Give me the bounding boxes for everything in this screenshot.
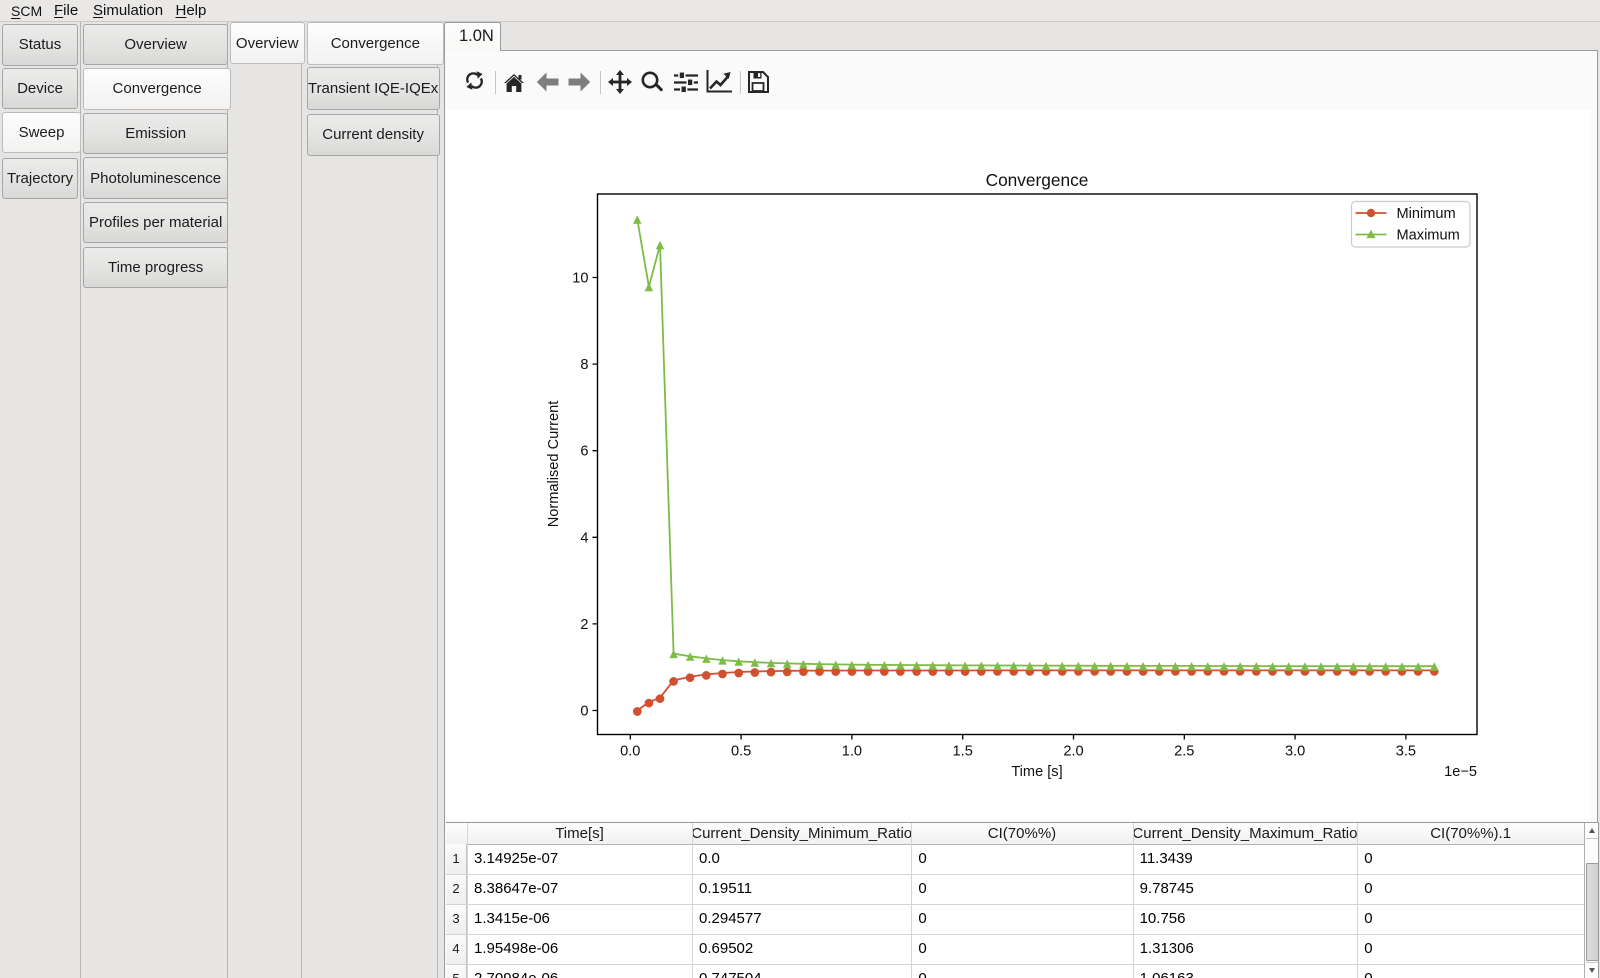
svg-text:4: 4 [580, 530, 588, 546]
svg-text:10: 10 [572, 271, 588, 287]
svg-text:Convergence: Convergence [986, 170, 1089, 190]
svg-text:Normalised Current: Normalised Current [546, 401, 562, 528]
svg-text:Time [s]: Time [s] [1011, 764, 1062, 780]
svg-text:2.0: 2.0 [1063, 744, 1083, 760]
svg-text:1.5: 1.5 [953, 744, 973, 760]
svg-text:6: 6 [580, 444, 588, 460]
svg-text:0.0: 0.0 [620, 744, 640, 760]
svg-text:Maximum: Maximum [1397, 228, 1460, 244]
svg-text:1.0: 1.0 [842, 744, 862, 760]
svg-text:2.5: 2.5 [1174, 744, 1194, 760]
svg-text:3.0: 3.0 [1285, 744, 1305, 760]
svg-text:0.5: 0.5 [731, 744, 751, 760]
svg-text:3.5: 3.5 [1396, 744, 1416, 760]
svg-text:Minimum: Minimum [1397, 206, 1456, 222]
svg-text:8: 8 [580, 357, 588, 373]
svg-text:2: 2 [580, 617, 588, 633]
svg-text:1e−5: 1e−5 [1444, 764, 1477, 780]
svg-text:0: 0 [580, 704, 588, 720]
